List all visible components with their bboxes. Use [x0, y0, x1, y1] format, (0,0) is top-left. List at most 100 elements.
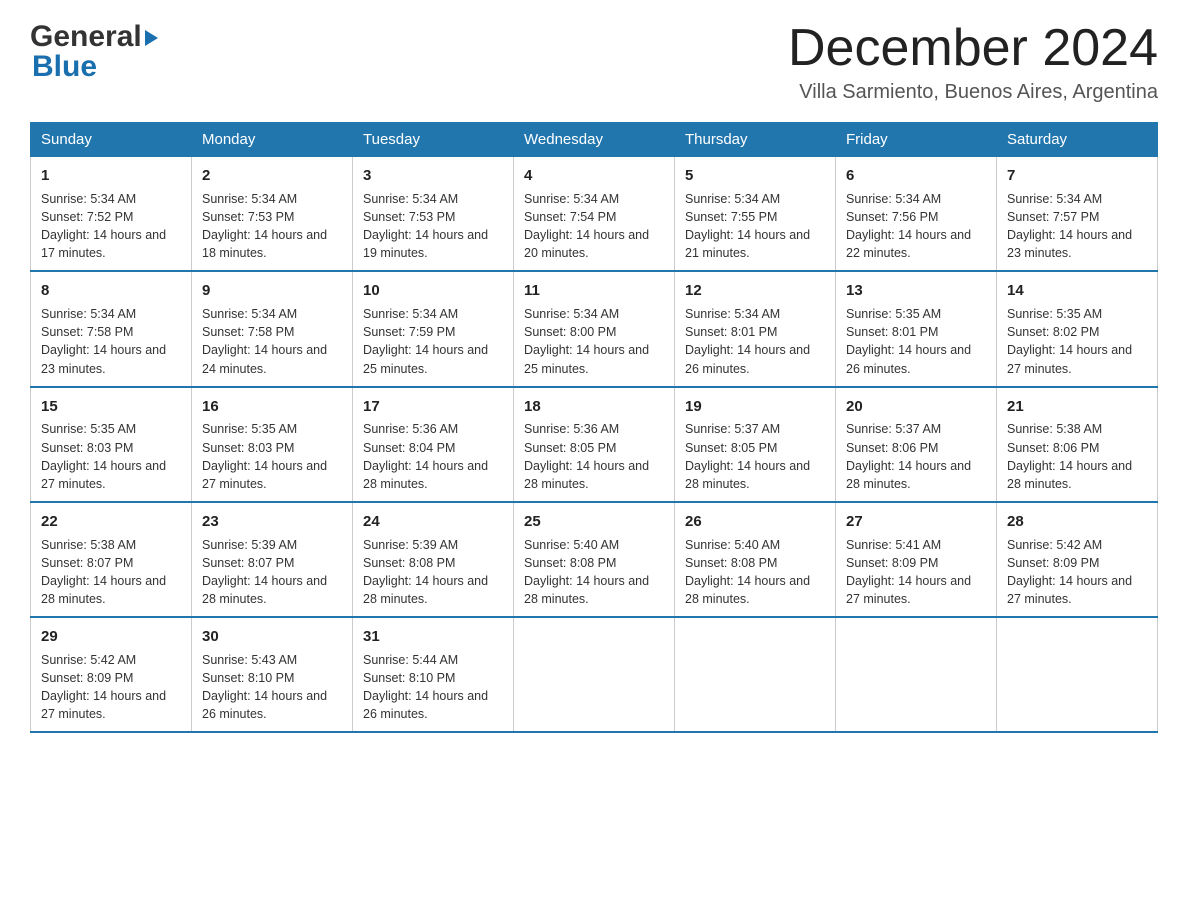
day-info: Sunrise: 5:42 AMSunset: 8:09 PMDaylight:… [1007, 538, 1132, 606]
page-header: General Blue December 2024 Villa Sarmien… [30, 20, 1158, 104]
table-row: 12 Sunrise: 5:34 AMSunset: 8:01 PMDaylig… [675, 271, 836, 386]
table-row: 17 Sunrise: 5:36 AMSunset: 8:04 PMDaylig… [353, 387, 514, 502]
day-info: Sunrise: 5:34 AMSunset: 8:01 PMDaylight:… [685, 307, 810, 375]
week-row-2: 8 Sunrise: 5:34 AMSunset: 7:58 PMDayligh… [31, 271, 1158, 386]
table-row: 4 Sunrise: 5:34 AMSunset: 7:54 PMDayligh… [514, 157, 675, 272]
day-number: 27 [846, 511, 986, 533]
table-row: 23 Sunrise: 5:39 AMSunset: 8:07 PMDaylig… [192, 502, 353, 617]
week-row-1: 1 Sunrise: 5:34 AMSunset: 7:52 PMDayligh… [31, 157, 1158, 272]
day-info: Sunrise: 5:34 AMSunset: 7:56 PMDaylight:… [846, 192, 971, 260]
table-row: 15 Sunrise: 5:35 AMSunset: 8:03 PMDaylig… [31, 387, 192, 502]
table-row: 18 Sunrise: 5:36 AMSunset: 8:05 PMDaylig… [514, 387, 675, 502]
table-row: 25 Sunrise: 5:40 AMSunset: 8:08 PMDaylig… [514, 502, 675, 617]
day-info: Sunrise: 5:34 AMSunset: 7:52 PMDaylight:… [41, 192, 166, 260]
calendar-table: Sunday Monday Tuesday Wednesday Thursday… [30, 122, 1158, 733]
day-number: 21 [1007, 396, 1147, 418]
day-number: 15 [41, 396, 181, 418]
title-section: December 2024 Villa Sarmiento, Buenos Ai… [788, 20, 1158, 104]
day-info: Sunrise: 5:40 AMSunset: 8:08 PMDaylight:… [685, 538, 810, 606]
day-info: Sunrise: 5:36 AMSunset: 8:05 PMDaylight:… [524, 422, 649, 490]
day-number: 11 [524, 280, 664, 302]
day-info: Sunrise: 5:34 AMSunset: 7:57 PMDaylight:… [1007, 192, 1132, 260]
week-row-5: 29 Sunrise: 5:42 AMSunset: 8:09 PMDaylig… [31, 617, 1158, 732]
day-number: 26 [685, 511, 825, 533]
day-info: Sunrise: 5:34 AMSunset: 7:55 PMDaylight:… [685, 192, 810, 260]
day-info: Sunrise: 5:38 AMSunset: 8:06 PMDaylight:… [1007, 422, 1132, 490]
header-monday: Monday [192, 123, 353, 157]
table-row: 5 Sunrise: 5:34 AMSunset: 7:55 PMDayligh… [675, 157, 836, 272]
day-info: Sunrise: 5:35 AMSunset: 8:01 PMDaylight:… [846, 307, 971, 375]
table-row [836, 617, 997, 732]
day-number: 28 [1007, 511, 1147, 533]
day-number: 10 [363, 280, 503, 302]
day-info: Sunrise: 5:37 AMSunset: 8:05 PMDaylight:… [685, 422, 810, 490]
day-number: 13 [846, 280, 986, 302]
day-number: 6 [846, 165, 986, 187]
header-friday: Friday [836, 123, 997, 157]
day-info: Sunrise: 5:39 AMSunset: 8:07 PMDaylight:… [202, 538, 327, 606]
day-number: 1 [41, 165, 181, 187]
table-row: 6 Sunrise: 5:34 AMSunset: 7:56 PMDayligh… [836, 157, 997, 272]
week-row-3: 15 Sunrise: 5:35 AMSunset: 8:03 PMDaylig… [31, 387, 1158, 502]
table-row: 27 Sunrise: 5:41 AMSunset: 8:09 PMDaylig… [836, 502, 997, 617]
day-number: 3 [363, 165, 503, 187]
day-info: Sunrise: 5:36 AMSunset: 8:04 PMDaylight:… [363, 422, 488, 490]
table-row: 10 Sunrise: 5:34 AMSunset: 7:59 PMDaylig… [353, 271, 514, 386]
day-info: Sunrise: 5:34 AMSunset: 7:58 PMDaylight:… [41, 307, 166, 375]
day-number: 31 [363, 626, 503, 648]
table-row: 28 Sunrise: 5:42 AMSunset: 8:09 PMDaylig… [997, 502, 1158, 617]
day-number: 4 [524, 165, 664, 187]
table-row: 29 Sunrise: 5:42 AMSunset: 8:09 PMDaylig… [31, 617, 192, 732]
table-row: 22 Sunrise: 5:38 AMSunset: 8:07 PMDaylig… [31, 502, 192, 617]
logo-blue: Blue [32, 50, 97, 83]
day-info: Sunrise: 5:34 AMSunset: 7:54 PMDaylight:… [524, 192, 649, 260]
day-number: 22 [41, 511, 181, 533]
day-info: Sunrise: 5:37 AMSunset: 8:06 PMDaylight:… [846, 422, 971, 490]
day-number: 12 [685, 280, 825, 302]
table-row: 11 Sunrise: 5:34 AMSunset: 8:00 PMDaylig… [514, 271, 675, 386]
day-number: 23 [202, 511, 342, 533]
day-info: Sunrise: 5:35 AMSunset: 8:03 PMDaylight:… [202, 422, 327, 490]
day-info: Sunrise: 5:34 AMSunset: 7:53 PMDaylight:… [363, 192, 488, 260]
table-row: 21 Sunrise: 5:38 AMSunset: 8:06 PMDaylig… [997, 387, 1158, 502]
table-row: 26 Sunrise: 5:40 AMSunset: 8:08 PMDaylig… [675, 502, 836, 617]
day-number: 5 [685, 165, 825, 187]
day-number: 25 [524, 511, 664, 533]
day-info: Sunrise: 5:34 AMSunset: 8:00 PMDaylight:… [524, 307, 649, 375]
day-info: Sunrise: 5:39 AMSunset: 8:08 PMDaylight:… [363, 538, 488, 606]
table-row: 7 Sunrise: 5:34 AMSunset: 7:57 PMDayligh… [997, 157, 1158, 272]
calendar-header-row: Sunday Monday Tuesday Wednesday Thursday… [31, 123, 1158, 157]
day-info: Sunrise: 5:34 AMSunset: 7:53 PMDaylight:… [202, 192, 327, 260]
table-row [997, 617, 1158, 732]
day-number: 17 [363, 396, 503, 418]
day-number: 29 [41, 626, 181, 648]
day-number: 24 [363, 511, 503, 533]
day-info: Sunrise: 5:34 AMSunset: 7:58 PMDaylight:… [202, 307, 327, 375]
day-number: 30 [202, 626, 342, 648]
table-row: 20 Sunrise: 5:37 AMSunset: 8:06 PMDaylig… [836, 387, 997, 502]
table-row: 2 Sunrise: 5:34 AMSunset: 7:53 PMDayligh… [192, 157, 353, 272]
day-info: Sunrise: 5:35 AMSunset: 8:02 PMDaylight:… [1007, 307, 1132, 375]
logo-general: General [30, 20, 142, 54]
day-info: Sunrise: 5:35 AMSunset: 8:03 PMDaylight:… [41, 422, 166, 490]
table-row: 24 Sunrise: 5:39 AMSunset: 8:08 PMDaylig… [353, 502, 514, 617]
day-number: 20 [846, 396, 986, 418]
header-wednesday: Wednesday [514, 123, 675, 157]
day-info: Sunrise: 5:38 AMSunset: 8:07 PMDaylight:… [41, 538, 166, 606]
table-row: 31 Sunrise: 5:44 AMSunset: 8:10 PMDaylig… [353, 617, 514, 732]
header-sunday: Sunday [31, 123, 192, 157]
header-saturday: Saturday [997, 123, 1158, 157]
table-row: 14 Sunrise: 5:35 AMSunset: 8:02 PMDaylig… [997, 271, 1158, 386]
day-number: 19 [685, 396, 825, 418]
day-number: 16 [202, 396, 342, 418]
table-row [514, 617, 675, 732]
day-number: 8 [41, 280, 181, 302]
table-row: 13 Sunrise: 5:35 AMSunset: 8:01 PMDaylig… [836, 271, 997, 386]
location-subtitle: Villa Sarmiento, Buenos Aires, Argentina [788, 81, 1158, 104]
day-info: Sunrise: 5:41 AMSunset: 8:09 PMDaylight:… [846, 538, 971, 606]
table-row: 3 Sunrise: 5:34 AMSunset: 7:53 PMDayligh… [353, 157, 514, 272]
day-info: Sunrise: 5:34 AMSunset: 7:59 PMDaylight:… [363, 307, 488, 375]
table-row: 19 Sunrise: 5:37 AMSunset: 8:05 PMDaylig… [675, 387, 836, 502]
table-row: 8 Sunrise: 5:34 AMSunset: 7:58 PMDayligh… [31, 271, 192, 386]
table-row: 1 Sunrise: 5:34 AMSunset: 7:52 PMDayligh… [31, 157, 192, 272]
